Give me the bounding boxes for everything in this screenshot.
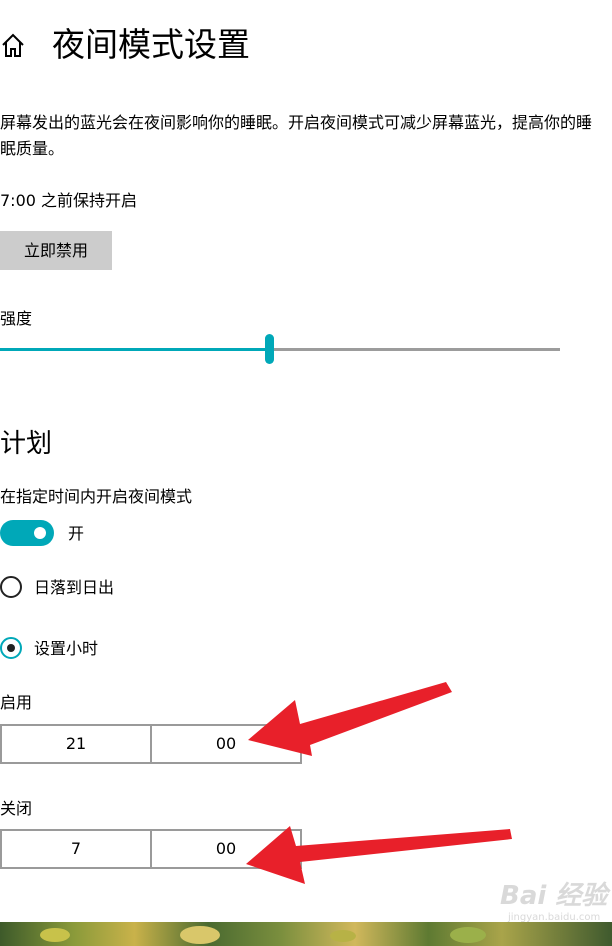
toggle-knob xyxy=(34,527,46,539)
radio-sunset-to-sunrise[interactable] xyxy=(0,576,22,598)
toggle-state-label: 开 xyxy=(68,524,85,543)
slider-track-filled xyxy=(0,348,269,351)
radio-selected-dot xyxy=(7,644,15,652)
strength-label: 强度 xyxy=(0,309,33,328)
status-text: 7:00 之前保持开启 xyxy=(0,191,138,210)
turn-on-time-picker[interactable]: 21 00 xyxy=(0,724,302,764)
schedule-toggle[interactable] xyxy=(0,520,54,546)
turn-on-hour[interactable]: 21 xyxy=(2,726,152,762)
slider-thumb[interactable] xyxy=(265,334,274,364)
turn-on-minute[interactable]: 00 xyxy=(152,726,300,762)
schedule-heading: 计划 xyxy=(0,429,53,459)
desktop-wallpaper-strip xyxy=(0,922,612,946)
watermark-url: jingyan.baidu.com xyxy=(508,912,601,923)
home-icon[interactable] xyxy=(0,30,26,60)
schedule-toggle-label: 在指定时间内开启夜间模式 xyxy=(0,487,193,506)
watermark-logo: Bai 经验 xyxy=(500,881,608,911)
turn-on-label: 启用 xyxy=(0,693,33,712)
strength-slider[interactable] xyxy=(0,334,560,364)
turn-off-label: 关闭 xyxy=(0,799,33,818)
radio-set-hours[interactable] xyxy=(0,637,22,659)
slider-track-empty xyxy=(269,348,560,351)
radio-set-hours-label[interactable]: 设置小时 xyxy=(34,636,98,662)
description-text: 屏幕发出的蓝光会在夜间影响你的睡眠。开启夜间模式可减少屏幕蓝光，提高你的睡眠质量… xyxy=(0,113,593,158)
page-title: 夜间模式设置 xyxy=(52,25,250,64)
turn-off-minute[interactable]: 00 xyxy=(152,831,300,867)
radio-sunset-label[interactable]: 日落到日出 xyxy=(34,575,114,601)
turn-off-time-picker[interactable]: 7 00 xyxy=(0,829,302,869)
disable-now-button[interactable]: 立即禁用 xyxy=(0,231,112,270)
turn-off-hour[interactable]: 7 xyxy=(2,831,152,867)
